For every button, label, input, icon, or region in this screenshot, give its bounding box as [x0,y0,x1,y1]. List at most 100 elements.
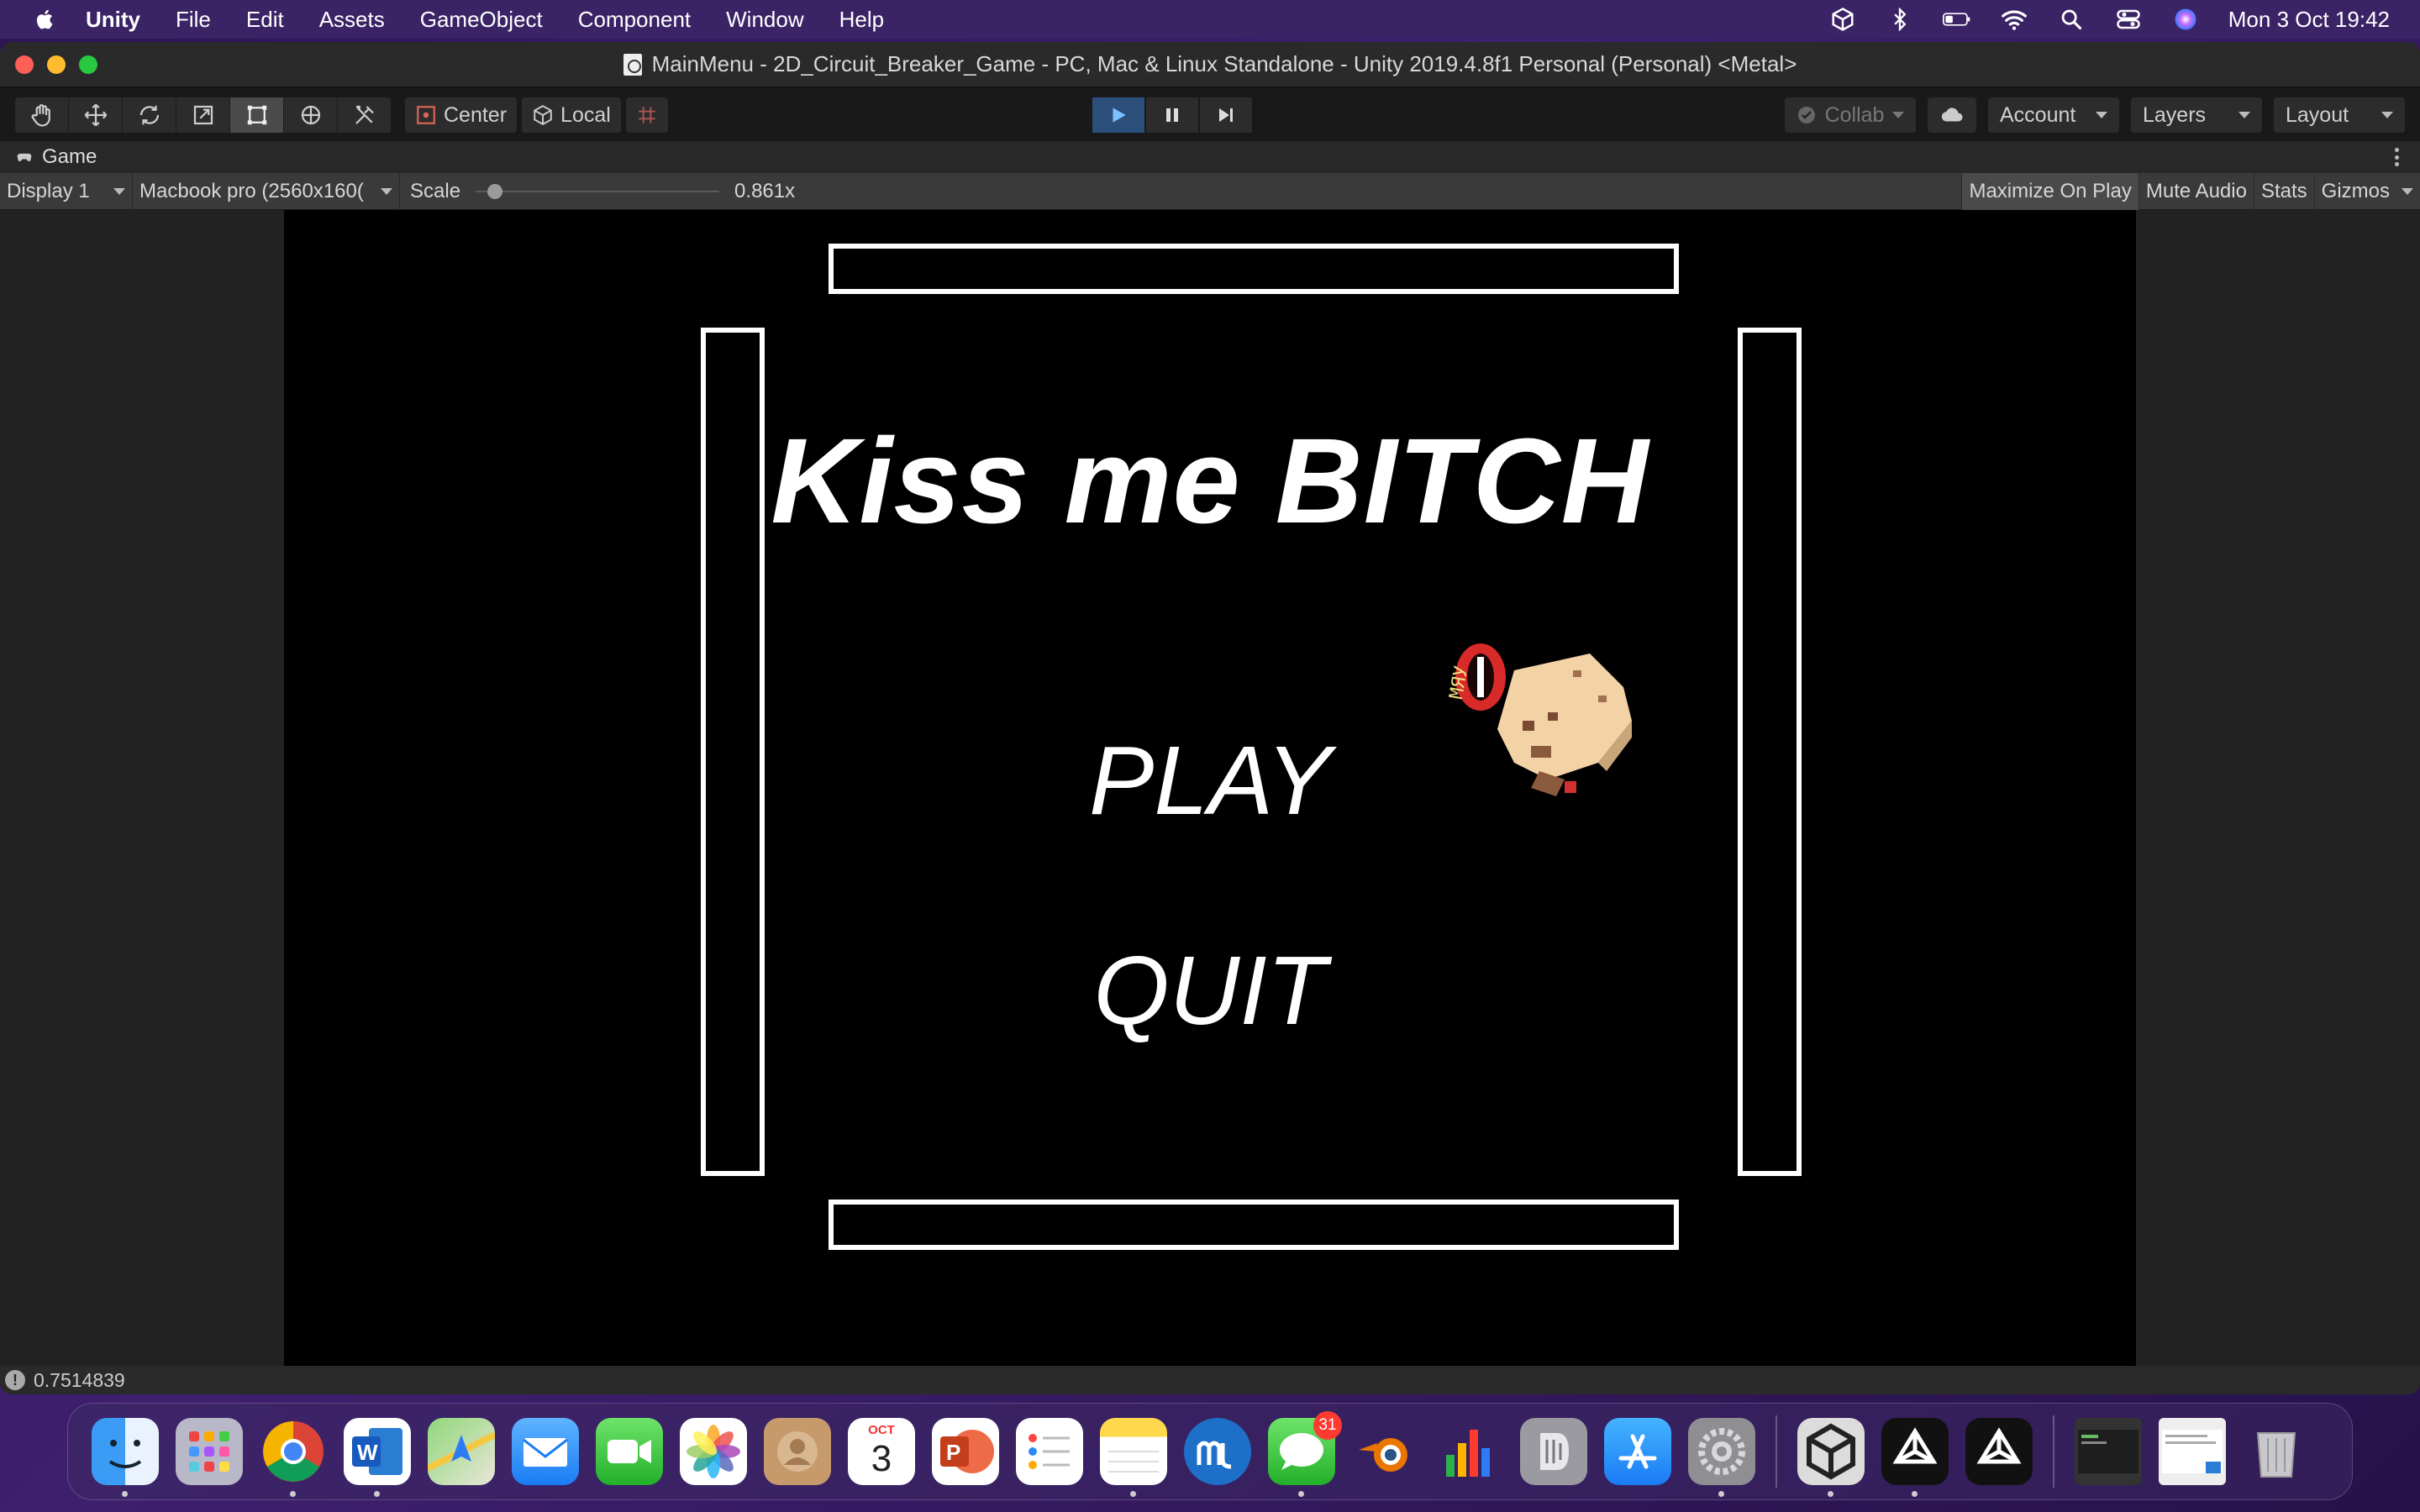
pivot-local-toggle[interactable]: Local [522,97,621,133]
custom-tool-button[interactable] [338,97,392,133]
app-store-icon[interactable] [1604,1418,1671,1485]
zoom-window-button[interactable] [79,55,97,74]
control-center-icon[interactable] [2114,5,2143,34]
console-status-bar[interactable]: ! 0.7514839 [0,1366,2420,1394]
photos-icon[interactable] [680,1418,747,1485]
rotate-tool-button[interactable] [123,97,176,133]
close-window-button[interactable] [15,55,34,74]
powerpoint-icon[interactable]: P [932,1418,999,1485]
scale-tool-button[interactable] [176,97,230,133]
move-arrows-icon [84,103,107,127]
toolbar-right: Collab Account Layers Layout [1785,97,2405,133]
menu-component[interactable]: Component [578,7,691,33]
mute-audio-toggle[interactable]: Mute Audio [2138,173,2254,210]
trash-icon[interactable] [2243,1418,2310,1485]
dock-separator-2 [2053,1415,2054,1488]
menu-assets[interactable]: Assets [319,7,385,33]
launchpad-icon[interactable] [176,1418,243,1485]
account-dropdown[interactable]: Account [1988,97,2119,133]
display-dropdown[interactable]: Display 1 [0,172,133,210]
game-render-canvas[interactable]: Kiss me BITCH PLAY QUIT МЯУ [284,210,2136,1366]
scale-icon [193,105,213,125]
scale-slider[interactable] [476,180,720,203]
maps-icon[interactable] [428,1418,495,1485]
chevron-down-icon [2096,112,2107,118]
bluetooth-icon[interactable] [1886,5,1914,34]
play-button[interactable] [1092,97,1144,133]
collab-dropdown[interactable]: Collab [1785,97,1916,133]
calendar-icon[interactable]: OCT 3 [848,1418,915,1485]
word-icon[interactable]: W [344,1418,411,1497]
scale-slider-thumb[interactable] [487,183,502,199]
tab-game[interactable]: Game [0,145,97,169]
transform-tool-button[interactable] [284,97,338,133]
battery-icon[interactable] [1942,5,1971,34]
recent-window-thumbnail-1[interactable] [2075,1418,2142,1485]
menu-help[interactable]: Help [839,7,884,33]
layers-dropdown[interactable]: Layers [2131,97,2262,133]
play-menu-button[interactable]: PLAY [284,724,2136,837]
step-button[interactable] [1200,97,1252,133]
unity-hub-icon[interactable] [1828,5,1857,34]
unity-editor-icon-2[interactable] [1965,1418,2033,1485]
contacts-icon[interactable] [764,1418,831,1485]
unity-editor-icon-1[interactable] [1881,1418,1949,1497]
recent-window-thumbnail-2[interactable] [2159,1418,2226,1485]
pivot-center-toggle[interactable]: Center [405,97,518,133]
stats-toggle[interactable]: Stats [2253,173,2314,210]
playmode-controls [1092,97,1252,133]
macos-menu-bar: Unity File Edit Assets GameObject Compon… [0,0,2420,39]
musescore-icon[interactable] [1184,1418,1251,1485]
menu-gameobject[interactable]: GameObject [420,7,543,33]
pause-button[interactable] [1146,97,1198,133]
chrome-icon[interactable] [260,1418,327,1497]
facetime-icon[interactable] [596,1418,663,1485]
notes-icon[interactable] [1100,1418,1167,1497]
menu-app-unity[interactable]: Unity [86,7,140,33]
chevron-down-icon [1892,112,1904,118]
system-preferences-icon[interactable] [1688,1418,1755,1497]
move-tool-button[interactable] [69,97,123,133]
cube-icon [534,105,552,125]
menu-window[interactable]: Window [726,7,803,33]
hand-tool-button[interactable] [15,97,69,133]
siri-icon[interactable] [2171,5,2200,34]
maximize-on-play-toggle[interactable]: Maximize On Play [1961,173,2139,210]
resolution-dropdown[interactable]: Macbook pro (2560x160( [133,172,400,210]
game-viewport: Kiss me BITCH PLAY QUIT МЯУ [0,210,2420,1366]
menu-file[interactable]: File [176,7,211,33]
game-view-tab-bar: Game [0,141,2420,173]
chevron-down-icon [2238,112,2250,118]
numbers-icon[interactable] [1436,1418,1503,1485]
rect-tool-button[interactable] [230,97,284,133]
apple-icon[interactable] [30,4,60,34]
messages-icon[interactable]: 31 [1268,1411,1342,1497]
dash-icon[interactable] [1520,1418,1587,1485]
tab-game-label: Game [42,145,97,168]
grid-snap-toggle[interactable] [625,97,668,133]
collab-check-icon [1798,107,1815,123]
cloud-services-button[interactable] [1928,97,1976,133]
account-label: Account [2000,102,2076,127]
blender-icon[interactable] [1352,1418,1419,1485]
step-forward-icon [1219,108,1233,122]
unity-hub-dock-icon[interactable] [1797,1418,1865,1497]
game-view-options: Maximize On Play Mute Audio Stats Gizmos [1961,173,2420,210]
more-options-icon[interactable] [2395,148,2400,166]
mute-audio-label: Mute Audio [2145,180,2247,202]
layout-dropdown[interactable]: Layout [2274,97,2405,133]
menubar-clock[interactable]: Mon 3 Oct 19:42 [2228,7,2390,33]
minimize-window-button[interactable] [47,55,66,74]
finder-icon[interactable] [92,1418,159,1497]
wifi-icon[interactable] [2000,5,2028,34]
messages-unread-badge: 31 [1313,1411,1342,1440]
gizmos-dropdown[interactable]: Gizmos [2313,173,2420,210]
spotlight-search-icon[interactable] [2057,5,2086,34]
mail-icon[interactable] [512,1418,579,1485]
macos-dock: W OCT 3 P 31 [67,1403,2353,1500]
cloud-icon [1941,108,1963,122]
maximize-on-play-label: Maximize On Play [1969,180,2132,202]
reminders-icon[interactable] [1016,1418,1083,1485]
quit-menu-button[interactable]: QUIT [284,934,2136,1047]
menu-edit[interactable]: Edit [246,7,284,33]
